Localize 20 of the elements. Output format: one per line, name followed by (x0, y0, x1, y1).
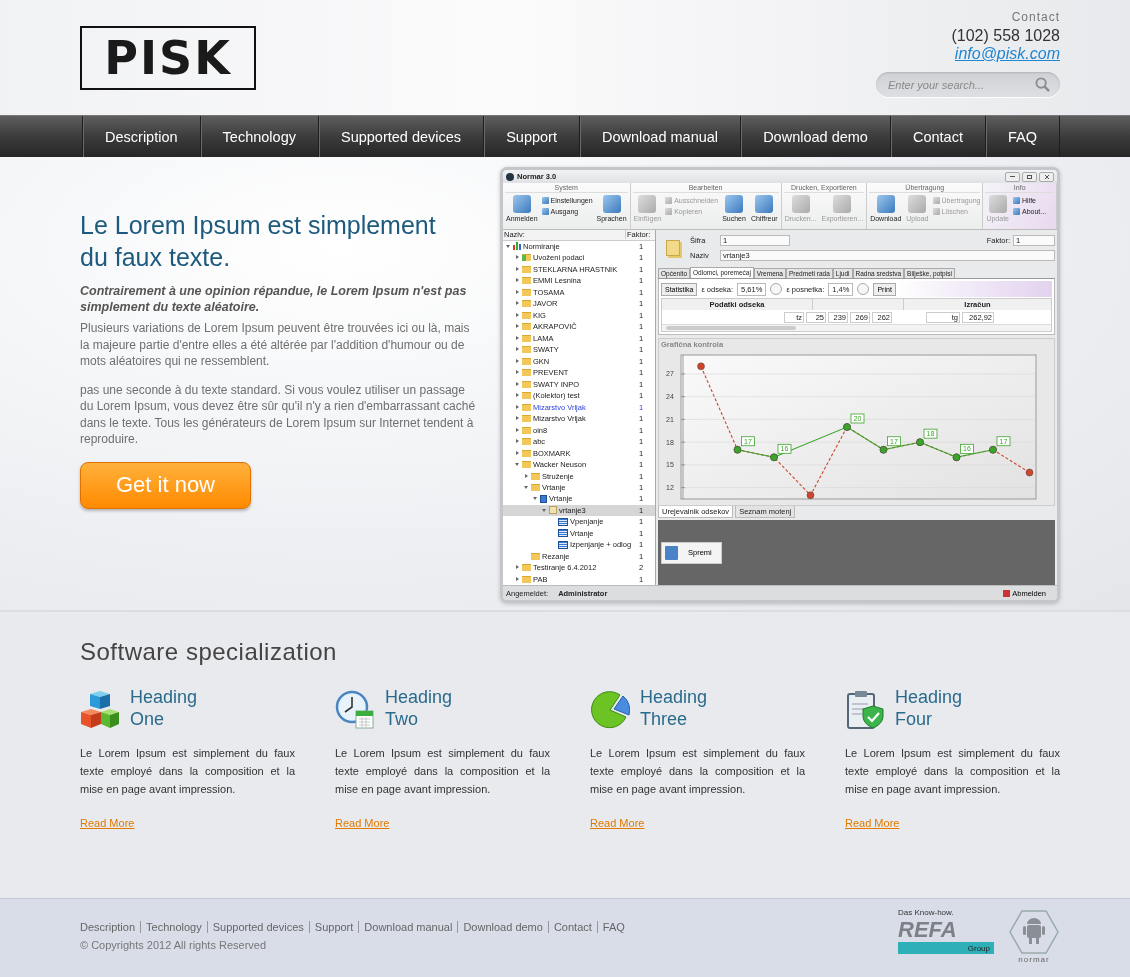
partner-logo: REFA (898, 918, 957, 942)
feature-text: Le Lorem Ipsum est simplement du faux texte employé dans la composition et la mise en page avant impression. (590, 746, 805, 797)
product-logo-name: normar (1018, 955, 1050, 964)
contact-label: Contact (1011, 10, 1060, 24)
feature-text: Le Lorem Ipsum est simplement du faux texte employé dans la composition et la mise en page avant impression. (845, 746, 1060, 797)
hero-paragraph: pas une seconde à du texte standard. Si vous voulez utiliser un passage du Lorem Ipsum, vous devez être sûr qu'il n'y a rien d'embarrassant caché dans le texte. Tous les générateurs de Lorem Ipsum sur Internet tendent à reproduire. (80, 381, 477, 448)
section-title: Software specialization (80, 637, 338, 666)
feature-text: Le Lorem Ipsum est simplement du faux texte employé dans la composition et la mise en page avant impression. (80, 746, 295, 797)
logo-suffix: Group (967, 943, 990, 953)
feature-heading: Heading Four (895, 686, 964, 730)
copyright-text: © Copyrights 2012 All rights Reserved (80, 939, 268, 951)
feature-heading: Heading One (130, 686, 199, 730)
feature-heading: Heading Two (385, 686, 454, 730)
logo-tagline: Das Know-how. (898, 908, 954, 917)
hero-subtitle: Contrairement à une opinion répandue, le Lorem Ipsum n'est pas simplement du texte aléatoire. (80, 283, 468, 315)
hero-title: Le Lorem Ipsum est simplement du faux texte. (80, 210, 437, 273)
phone-number: (102) 558 1028 (951, 27, 1060, 45)
feature-text: Le Lorem Ipsum est simplement du faux texte employé dans la composition et la mise en page avant impression. (335, 746, 550, 797)
hero-paragraph: Plusieurs variations de Lorem Ipsum peuvent être trouvées ici ou là, mais la majeure partie d'entre elles a été altérée par l'addition d'humour ou de mots aléatoires qui ne ressemblent. (80, 320, 471, 370)
feature-heading: Heading Three (640, 686, 709, 730)
